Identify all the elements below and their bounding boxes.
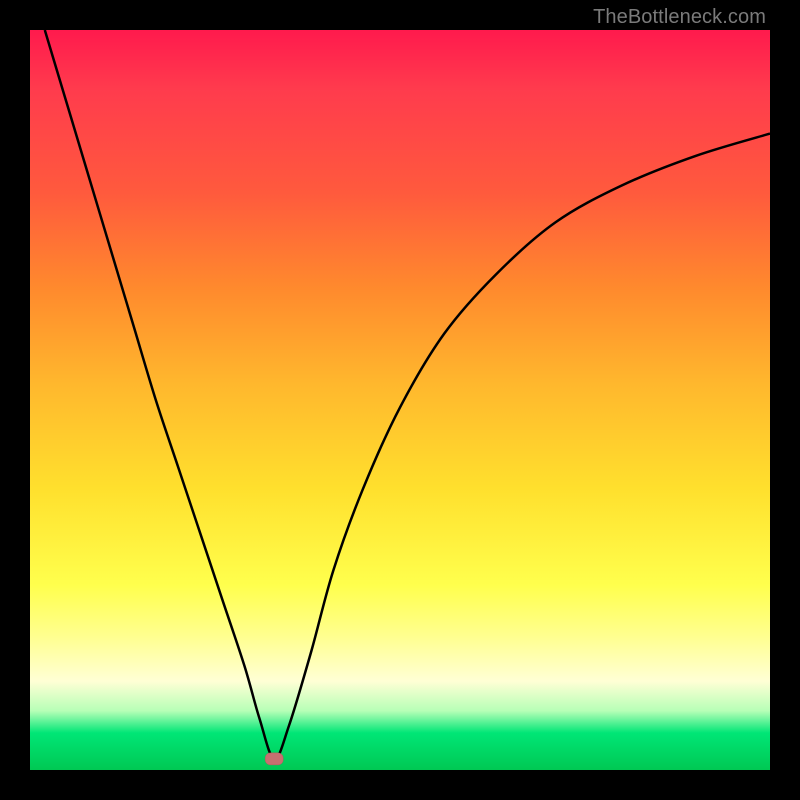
plot-area bbox=[30, 30, 770, 770]
minimum-marker bbox=[265, 753, 283, 765]
chart-frame: TheBottleneck.com bbox=[0, 0, 800, 800]
watermark-text: TheBottleneck.com bbox=[593, 6, 766, 29]
curve-svg bbox=[30, 30, 770, 770]
bottleneck-curve bbox=[45, 30, 770, 759]
